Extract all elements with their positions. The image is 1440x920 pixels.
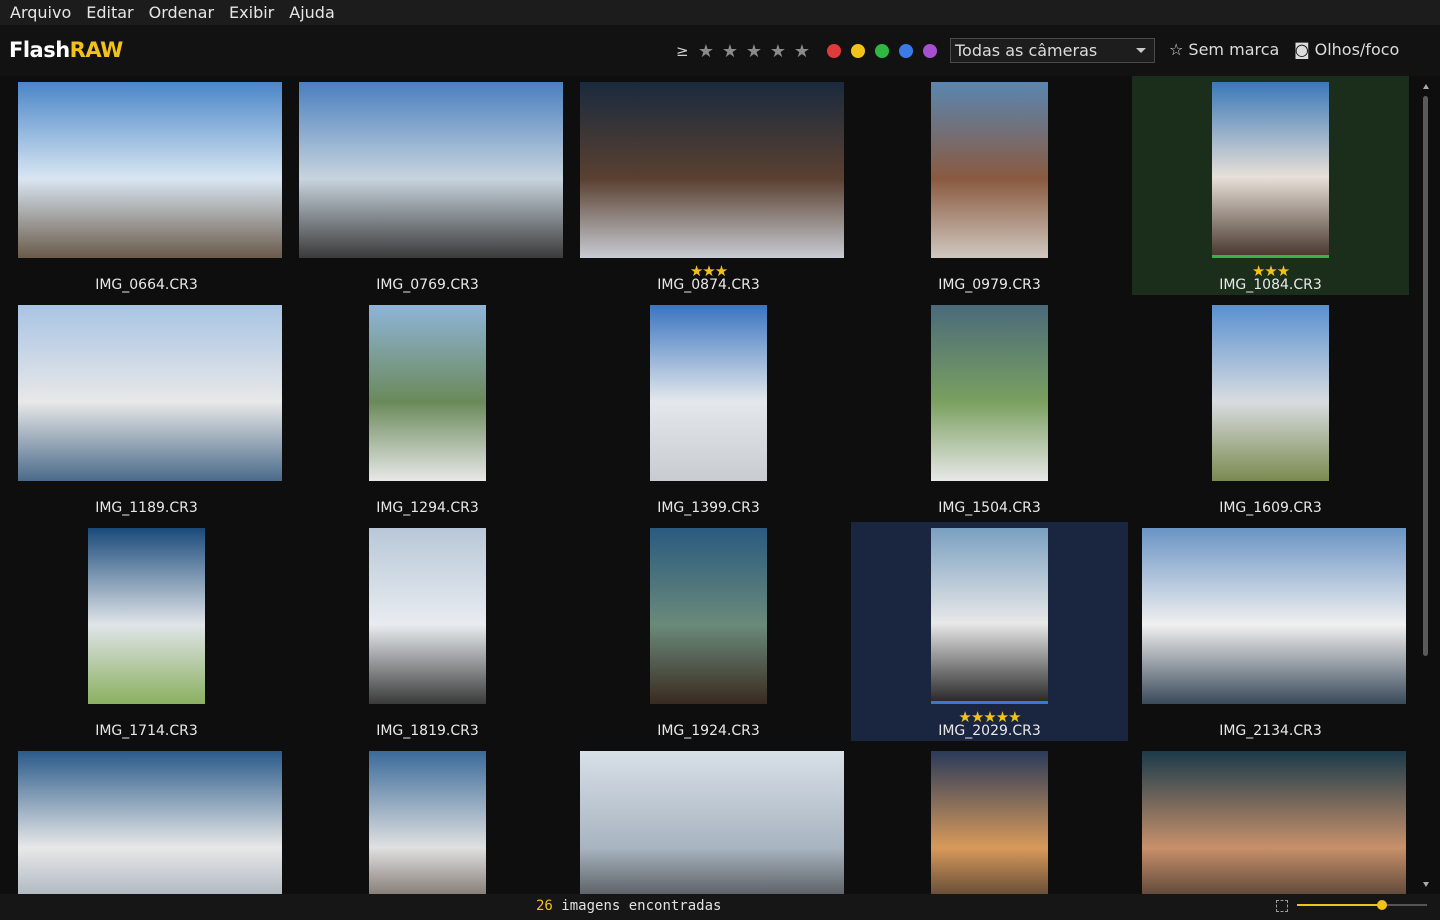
thumbnail-card[interactable]: ★★★ IMG_1084.CR3 <box>1132 76 1409 295</box>
thumbnail-card[interactable] <box>851 745 1128 894</box>
thumbnail-card[interactable]: IMG_1294.CR3 <box>289 299 566 518</box>
menu-ajuda[interactable]: Ajuda <box>289 0 335 25</box>
thumbnail-filename: IMG_1084.CR3 <box>1219 277 1322 293</box>
color-filter-red-icon[interactable] <box>827 44 841 58</box>
thumbnail-card[interactable] <box>1132 745 1409 894</box>
scroll-down-icon[interactable] <box>1423 882 1429 887</box>
thumbnail-filename: IMG_1714.CR3 <box>95 723 198 739</box>
thumbnail-card[interactable]: IMG_2134.CR3 <box>1132 522 1409 741</box>
thumbnail-card[interactable]: IMG_0769.CR3 <box>289 76 566 295</box>
thumbnail-card[interactable]: IMG_1399.CR3 <box>570 299 847 518</box>
thumbnail-filename: IMG_0874.CR3 <box>657 277 760 293</box>
thumbnail-card[interactable] <box>289 745 566 894</box>
thumbnail-filename: IMG_1819.CR3 <box>376 723 479 739</box>
thumbnail-image[interactable] <box>580 751 844 894</box>
thumbnail-filename: IMG_2134.CR3 <box>1219 723 1322 739</box>
thumbnail-image[interactable] <box>1142 528 1406 704</box>
thumbnail-filename: IMG_0769.CR3 <box>376 277 479 293</box>
menu-editar[interactable]: Editar <box>86 0 133 25</box>
thumbnail-filename: IMG_0979.CR3 <box>938 277 1041 293</box>
thumbnail-card[interactable]: IMG_0979.CR3 <box>851 76 1128 295</box>
color-filter-yellow-icon[interactable] <box>851 44 865 58</box>
thumbnail-image[interactable] <box>931 305 1048 481</box>
star-filter-2-icon[interactable]: ★ <box>718 41 742 62</box>
thumbnail-image[interactable] <box>18 82 282 258</box>
thumbnail-filename: IMG_1294.CR3 <box>376 500 479 516</box>
thumbnail-image[interactable] <box>580 82 844 258</box>
grid-scrollbar[interactable] <box>1420 76 1432 894</box>
thumbnail-image[interactable] <box>931 82 1048 258</box>
app-logo: FlashRAW <box>9 38 123 62</box>
thumbnail-card[interactable]: IMG_1924.CR3 <box>570 522 847 741</box>
thumbnail-card[interactable]: IMG_1609.CR3 <box>1132 299 1409 518</box>
zoom-slider[interactable] <box>1297 900 1427 910</box>
fit-view-icon[interactable] <box>1276 900 1288 912</box>
thumbnail-image[interactable] <box>18 751 282 894</box>
thumbnail-image[interactable] <box>650 305 767 481</box>
rating-gte-label: ≥ <box>676 42 689 60</box>
scroll-up-icon[interactable] <box>1423 84 1429 89</box>
thumbnail-image[interactable] <box>1142 751 1406 894</box>
thumbnail-filename: IMG_1399.CR3 <box>657 500 760 516</box>
star-filter-4-icon[interactable]: ★ <box>766 41 790 62</box>
menu-exibir[interactable]: Exibir <box>229 0 274 25</box>
color-filter-purple-icon[interactable] <box>923 44 937 58</box>
thumbnail-image[interactable] <box>299 82 563 258</box>
thumbnail-card[interactable]: IMG_1819.CR3 <box>289 522 566 741</box>
toolbar: FlashRAW ≥ ★ ★ ★ ★ ★ Todas as câmeras ☆ … <box>0 25 1440 76</box>
thumbnail-image[interactable] <box>88 528 205 704</box>
star-filter-5-icon[interactable]: ★ <box>790 41 814 62</box>
star-filter-3-icon[interactable]: ★ <box>742 41 766 62</box>
thumbnail-image[interactable] <box>650 528 767 704</box>
eyes-focus-filter-button[interactable]: ◙ Olhos/foco <box>1294 40 1399 59</box>
thumbnail-card[interactable]: IMG_1504.CR3 <box>851 299 1128 518</box>
thumbnail-grid: IMG_0664.CR3 IMG_0769.CR3 ★★★ IMG_0874.CR3 I… <box>8 76 1418 894</box>
thumbnail-filename: IMG_1609.CR3 <box>1219 500 1322 516</box>
thumbnail-card[interactable] <box>8 745 285 894</box>
thumbnail-card[interactable]: IMG_1189.CR3 <box>8 299 285 518</box>
thumbnail-filename: IMG_0664.CR3 <box>95 277 198 293</box>
thumbnail-image[interactable] <box>931 528 1048 704</box>
camera-filter-value: Todas as câmeras <box>955 41 1098 60</box>
thumbnail-card[interactable]: IMG_0664.CR3 <box>8 76 285 295</box>
zoom-slider-handle[interactable] <box>1376 900 1387 910</box>
color-label-filters <box>827 44 947 58</box>
thumbnail-filename: IMG_1924.CR3 <box>657 723 760 739</box>
thumbnail-card[interactable]: IMG_1714.CR3 <box>8 522 285 741</box>
menu-ordenar[interactable]: Ordenar <box>149 0 214 25</box>
menu-bar: Arquivo Editar Ordenar Exibir Ajuda <box>0 0 1440 25</box>
thumbnail-card[interactable]: ★★★ IMG_0874.CR3 <box>570 76 847 295</box>
status-bar: 26 imagens encontradas <box>0 894 1440 920</box>
thumbnail-image[interactable] <box>1212 82 1329 258</box>
chevron-down-icon <box>1136 48 1146 53</box>
thumbnail-card[interactable]: ★★★★★ IMG_2029.CR3 <box>851 522 1128 741</box>
thumbnail-filename: IMG_1504.CR3 <box>938 500 1041 516</box>
unmarked-filter-button[interactable]: ☆ Sem marca <box>1169 40 1279 59</box>
color-filter-green-icon[interactable] <box>875 44 889 58</box>
thumbnail-image[interactable] <box>18 305 282 481</box>
rating-color-filters: ≥ ★ ★ ★ ★ ★ <box>676 37 947 65</box>
image-count: 26 imagens encontradas <box>536 898 721 914</box>
thumbnail-image[interactable] <box>931 751 1048 894</box>
thumbnail-filename: IMG_1189.CR3 <box>95 500 198 516</box>
logo-text-raw: RAW <box>69 38 124 62</box>
menu-arquivo[interactable]: Arquivo <box>10 0 71 25</box>
thumbnail-card[interactable] <box>570 745 847 894</box>
image-count-number: 26 <box>536 898 553 914</box>
thumbnail-image[interactable] <box>1212 305 1329 481</box>
thumbnail-image[interactable] <box>369 751 486 894</box>
scrollbar-thumb[interactable] <box>1423 96 1428 656</box>
logo-text-flash: Flash <box>9 38 70 62</box>
color-filter-blue-icon[interactable] <box>899 44 913 58</box>
zoom-slider-fill <box>1297 904 1382 906</box>
image-count-label: imagens encontradas <box>561 898 722 914</box>
thumbnail-image[interactable] <box>369 528 486 704</box>
camera-filter-select[interactable]: Todas as câmeras <box>950 38 1155 63</box>
thumbnail-image[interactable] <box>369 305 486 481</box>
star-filter-1-icon[interactable]: ★ <box>694 41 718 62</box>
thumbnail-filename: IMG_2029.CR3 <box>938 723 1041 739</box>
